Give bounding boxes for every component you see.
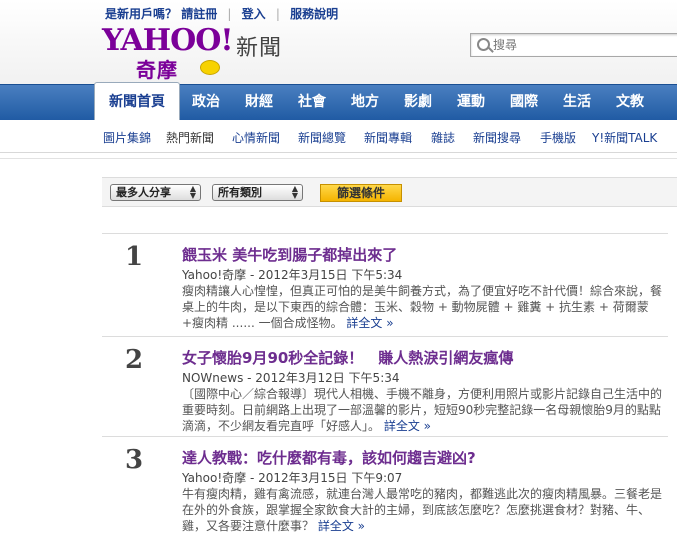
select-arrows-icon: ▲ ▼: [189, 184, 196, 200]
subnav-item-mobile[interactable]: 手機版: [540, 129, 576, 146]
search-icon: [477, 38, 490, 51]
divider: |: [227, 7, 232, 21]
yahoo-logo[interactable]: YAHOO! 奇摩: [102, 23, 234, 83]
article-source-date: Yahoo!奇摩 - 2012年3月15日 下午9:07: [182, 471, 403, 485]
top-links: 是新用戶嗎？ 請註冊 | 登入 | 服務說明: [105, 5, 338, 22]
nav-item-politics[interactable]: 政治: [180, 85, 232, 121]
divider: [0, 158, 677, 159]
divider: |: [275, 7, 280, 21]
top-bar: 是新用戶嗎？ 請註冊 | 登入 | 服務說明 YAHOO! 奇摩 新聞: [0, 0, 677, 84]
subnav-item-mood-news[interactable]: 心情新聞: [232, 129, 280, 146]
article-title-link[interactable]: 餵玉米 美牛吃到腸子都掉出來了: [182, 244, 397, 265]
subnav-item-topics[interactable]: 新聞專輯: [364, 129, 412, 146]
subnav-item-photos[interactable]: 圖片集錦: [103, 129, 151, 146]
brand-news-title: 新聞: [236, 36, 283, 61]
nav-item-life[interactable]: 生活: [551, 85, 603, 121]
help-link[interactable]: 服務說明: [290, 7, 338, 21]
list-item: 2 女子懷胎9月90秒全記錄！ 賺人熱淚引網友瘋傳 NOWnews - 2012…: [102, 336, 668, 436]
article-title-link[interactable]: 達人教戰：吃什麼都有毒，該如何趨吉避凶?: [182, 447, 476, 468]
subnav-item-talk[interactable]: Y!新聞TALK: [592, 129, 657, 146]
sub-nav: 圖片集錦 熱門新聞 心情新聞 新聞總覽 新聞專輯 雜誌 新聞搜尋 手機版 Y!新…: [0, 120, 677, 153]
list-item: 3 達人教戰：吃什麼都有毒，該如何趨吉避凶? Yahoo!奇摩 - 2012年3…: [102, 436, 668, 536]
nav-item-education[interactable]: 文教: [604, 85, 656, 121]
sort-select[interactable]: 最多人分享 ▲ ▼: [110, 184, 201, 201]
sort-select-value: 最多人分享: [116, 186, 171, 199]
nav-item-finance[interactable]: 財經: [233, 85, 285, 121]
subnav-item-search[interactable]: 新聞搜尋: [473, 129, 521, 146]
logo-disc-icon: [200, 60, 220, 75]
rank-number: 2: [124, 345, 144, 375]
read-more-link[interactable]: 詳全文 »: [318, 519, 365, 533]
category-select[interactable]: 所有類別 ▲ ▼: [212, 184, 303, 201]
filter-button[interactable]: 篩選條件: [320, 184, 402, 202]
logo-main-text: YAHOO!: [102, 23, 234, 58]
nav-item-entertainment[interactable]: 影劇: [392, 85, 444, 121]
article-summary: 瘦肉精讓人心惶惶，但真正可怕的是美牛飼養方式，為了便宜好吃不計代價！綜合來說，餐…: [182, 283, 662, 331]
article-summary-text: 牛有瘦肉精，雞有禽流感，就連台灣人最常吃的豬肉，都難逃此次的瘦肉精風暴。三餐老是…: [182, 487, 663, 533]
article-source-date: NOWnews - 2012年3月12日 下午5:34: [182, 371, 400, 385]
search-input[interactable]: [491, 36, 677, 54]
register-link[interactable]: 請註冊: [181, 7, 217, 21]
rank-number: 1: [124, 242, 144, 272]
read-more-link[interactable]: 詳全文 »: [346, 316, 393, 330]
article-summary-text: 瘦肉精讓人心惶惶，但真正可怕的是美牛飼養方式，為了便宜好吃不計代價！綜合來說，餐…: [182, 284, 663, 330]
nav-item-society[interactable]: 社會: [286, 85, 338, 121]
article-summary: 〔國際中心／綜合報導〕現代人相機、手機不離身，方便利用照片或影片記錄自己生活中的…: [182, 386, 662, 434]
article-summary: 牛有瘦肉精，雞有禽流感，就連台灣人最常吃的豬肉，都難逃此次的瘦肉精風暴。三餐老是…: [182, 486, 662, 534]
nav-item-home[interactable]: 新聞首頁: [94, 82, 180, 122]
article-title-link[interactable]: 女子懷胎9月90秒全記錄！ 賺人熱淚引網友瘋傳: [182, 347, 513, 368]
new-user-link[interactable]: 是新用戶嗎？: [105, 7, 177, 21]
category-select-value: 所有類別: [218, 186, 262, 199]
subnav-item-magazine[interactable]: 雜誌: [431, 129, 455, 146]
rank-number: 3: [124, 445, 144, 475]
nav-item-sports[interactable]: 運動: [445, 85, 497, 121]
logo-sub-text: 奇摩: [136, 58, 178, 82]
nav-item-international[interactable]: 國際: [498, 85, 550, 121]
subnav-item-hot-news[interactable]: 熱門新聞: [166, 129, 214, 146]
read-more-link[interactable]: 詳全文 »: [384, 419, 431, 433]
search-box[interactable]: [470, 33, 677, 57]
article-source-date: Yahoo!奇摩 - 2012年3月15日 下午5:34: [182, 268, 403, 282]
filter-bar: 最多人分享 ▲ ▼ 所有類別 ▲ ▼ 篩選條件: [102, 177, 677, 207]
login-link[interactable]: 登入: [242, 7, 266, 21]
select-arrows-icon: ▲ ▼: [291, 184, 298, 200]
nav-item-local[interactable]: 地方: [339, 85, 391, 121]
main-nav: 新聞首頁 政治 財經 社會 地方 影劇 運動 國際 生活 文教: [0, 82, 677, 122]
list-item: 1 餵玉米 美牛吃到腸子都掉出來了 Yahoo!奇摩 - 2012年3月15日 …: [102, 233, 668, 333]
subnav-item-overview[interactable]: 新聞總覽: [298, 129, 346, 146]
